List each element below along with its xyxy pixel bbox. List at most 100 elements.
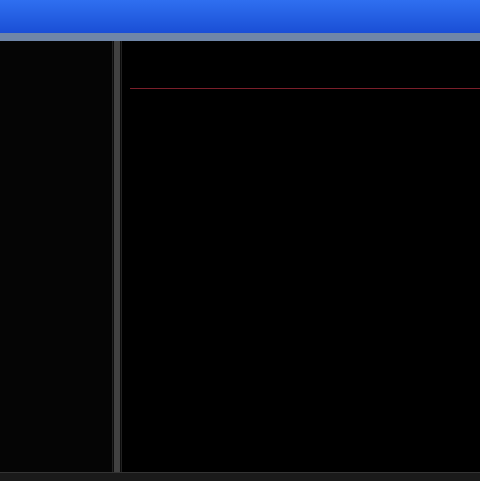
table-cell [190,382,204,391]
table-cell [254,122,274,131]
table-cell [254,395,274,404]
table-cell [218,343,244,352]
table-row[interactable] [130,68,480,81]
table-row[interactable] [130,367,480,380]
table-cell [286,174,312,183]
table-cell [138,83,194,92]
table-row[interactable] [130,393,480,406]
table-cell [218,356,244,365]
table-cell [138,122,194,131]
table-cell [218,122,244,131]
table-cell [218,226,244,235]
table-row[interactable] [130,380,480,393]
table-row[interactable] [130,237,480,250]
table-cell [218,369,244,378]
table-cell [190,408,204,417]
table-row[interactable] [130,94,480,107]
title-bar[interactable] [0,0,480,33]
table-cell [190,278,204,287]
table-row[interactable] [130,185,480,198]
table-row[interactable] [130,419,480,432]
menu-bar[interactable] [0,33,480,41]
table-cell [286,291,312,300]
table-row[interactable] [130,406,480,419]
table-row[interactable] [130,81,480,94]
table-cell [254,44,274,53]
table-cell [218,252,244,261]
table-row[interactable] [130,315,480,328]
table-cell [286,213,312,222]
table-row[interactable] [130,354,480,367]
table-cell [218,278,244,287]
table-row[interactable] [130,172,480,185]
table-cell [138,187,194,196]
splitter-handle[interactable] [114,41,120,472]
table-row[interactable] [130,250,480,263]
table-cell [254,109,274,118]
table-cell [218,57,244,66]
table-cell [138,200,194,209]
table-cell [286,265,312,274]
table-cell [218,44,244,53]
table-cell [286,304,312,313]
table-row[interactable] [130,120,480,133]
table-cell [286,187,312,196]
pane-splitter[interactable] [112,41,122,472]
table-cell [218,70,244,79]
table-row[interactable] [130,159,480,172]
table-row[interactable] [130,302,480,315]
table-cell [218,265,244,274]
table-cell [286,109,312,118]
table-cell [190,421,204,430]
table-cell [190,122,204,131]
table-row[interactable] [130,328,480,341]
table-cell [254,447,274,456]
table-row[interactable] [130,432,480,445]
table-cell [138,408,194,417]
table-cell [138,317,194,326]
table-cell [254,161,274,170]
table-row[interactable] [130,276,480,289]
table-cell [190,44,204,53]
table-cell [254,187,274,196]
table-row[interactable] [130,42,480,55]
table-cell [138,421,194,430]
left-pane [0,41,112,472]
table-row[interactable] [130,263,480,276]
table-cell [286,369,312,378]
table-row[interactable] [130,107,480,120]
table-cell [218,434,244,443]
table-cell [254,135,274,144]
table-cell [138,356,194,365]
table-row[interactable] [130,198,480,211]
table-row[interactable] [130,289,480,302]
table-row[interactable] [130,133,480,146]
table-row[interactable] [130,211,480,224]
table-cell [254,96,274,105]
table-cell [138,395,194,404]
table-row[interactable] [130,224,480,237]
table-cell [138,70,194,79]
table-cell [286,330,312,339]
table-cell [190,239,204,248]
table-cell [138,148,194,157]
table-cell [138,135,194,144]
table-row[interactable] [130,146,480,159]
table-row[interactable] [130,445,480,458]
table-row[interactable] [130,341,480,354]
table-row[interactable] [130,55,480,68]
table-cell [286,122,312,131]
table-cell [254,343,274,352]
table-cell [190,174,204,183]
table-cell [286,161,312,170]
table-cell [286,148,312,157]
table-cell [138,447,194,456]
table-cell [218,447,244,456]
table-cell [254,148,274,157]
table-cell [138,226,194,235]
data-table[interactable] [130,42,480,470]
table-cell [218,135,244,144]
table-cell [138,304,194,313]
table-cell [218,421,244,430]
table-cell [138,161,194,170]
